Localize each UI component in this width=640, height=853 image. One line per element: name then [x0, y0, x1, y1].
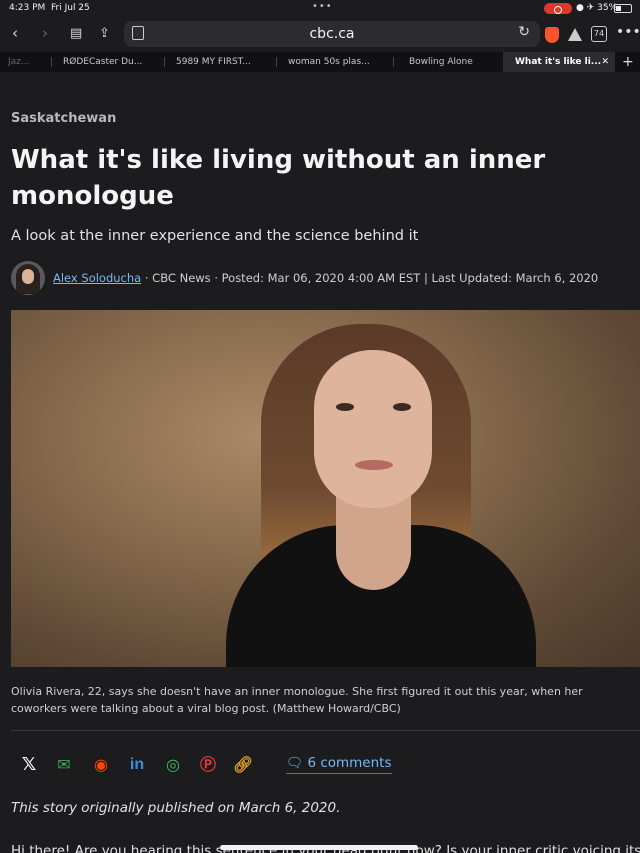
brave-rewards-icon[interactable]	[568, 28, 582, 41]
new-tab-icon[interactable]: +	[622, 52, 634, 72]
tab-item[interactable]: RØDECaster Du...	[63, 52, 159, 72]
tab-item[interactable]: woman 50s plas...	[288, 52, 388, 72]
comments-link[interactable]: 🗨︎ 6 comments	[286, 755, 392, 771]
screen-record-icon	[544, 3, 572, 14]
byline: Alex Soloducha · CBC News · Posted: Mar …	[53, 271, 598, 285]
photo-caption: Olivia Rivera, 22, says she doesn't have…	[11, 685, 583, 715]
status-time: 4:23 PM Fri Jul 25	[9, 3, 90, 13]
back-icon[interactable]: ‹	[12, 24, 18, 42]
multitasking-dots-icon[interactable]: •••	[312, 1, 333, 12]
article-photo	[11, 310, 640, 667]
forward-icon[interactable]: ›	[42, 24, 48, 42]
battery-percent: ● ✈ 35%	[576, 3, 618, 13]
status-bar: 4:23 PM Fri Jul 25 ••• ● ✈ 35%	[0, 0, 640, 18]
article-subhead: A look at the inner experience and the s…	[11, 228, 419, 244]
home-indicator[interactable]	[220, 845, 418, 850]
close-tab-icon[interactable]: ✕	[601, 52, 609, 72]
tab-item[interactable]: Bowling Alone	[409, 52, 489, 72]
linkedin-icon[interactable]: in	[126, 754, 148, 776]
link-icon[interactable]: 🔗︎	[232, 754, 254, 776]
share-icon[interactable]: ⇪	[99, 26, 110, 41]
battery-icon	[614, 4, 632, 13]
tab-count-button[interactable]: 74	[591, 26, 607, 42]
tab-item[interactable]: 5989 MY FIRST...	[176, 52, 272, 72]
brave-shield-icon[interactable]	[545, 27, 559, 43]
tab-item[interactable]: Jaz...	[8, 52, 36, 72]
author-link[interactable]: Alex Soloducha	[53, 271, 141, 285]
tab-label: What it's like li...	[515, 57, 602, 67]
url-text: cbc.ca	[309, 26, 355, 42]
author-avatar[interactable]	[11, 261, 45, 295]
bookmarks-icon[interactable]: ▤	[70, 26, 82, 41]
whatsapp-icon[interactable]: ◎	[162, 754, 184, 776]
reddit-icon[interactable]: ◉	[90, 754, 112, 776]
article-headline: What it's like living without an inner m…	[11, 145, 546, 211]
address-bar[interactable]: cbc.ca ↻	[124, 21, 540, 47]
publish-note: This story originally published on March…	[11, 800, 341, 816]
section-label[interactable]: Saskatchewan	[11, 111, 116, 126]
email-icon[interactable]: ✉	[53, 754, 75, 776]
tab-strip: Jaz... RØDECaster Du... 5989 MY FIRST...…	[0, 52, 640, 72]
divider	[11, 730, 640, 731]
pinterest-icon[interactable]: Ⓟ	[197, 754, 219, 776]
tab-item-active[interactable]: What it's like li... ✕	[503, 52, 615, 72]
x-icon[interactable]: 𝕏	[18, 754, 40, 776]
more-menu-icon[interactable]: •••	[616, 24, 640, 40]
byline-meta: · CBC News · Posted: Mar 06, 2020 4:00 A…	[141, 271, 599, 285]
reload-icon[interactable]: ↻	[518, 24, 530, 40]
